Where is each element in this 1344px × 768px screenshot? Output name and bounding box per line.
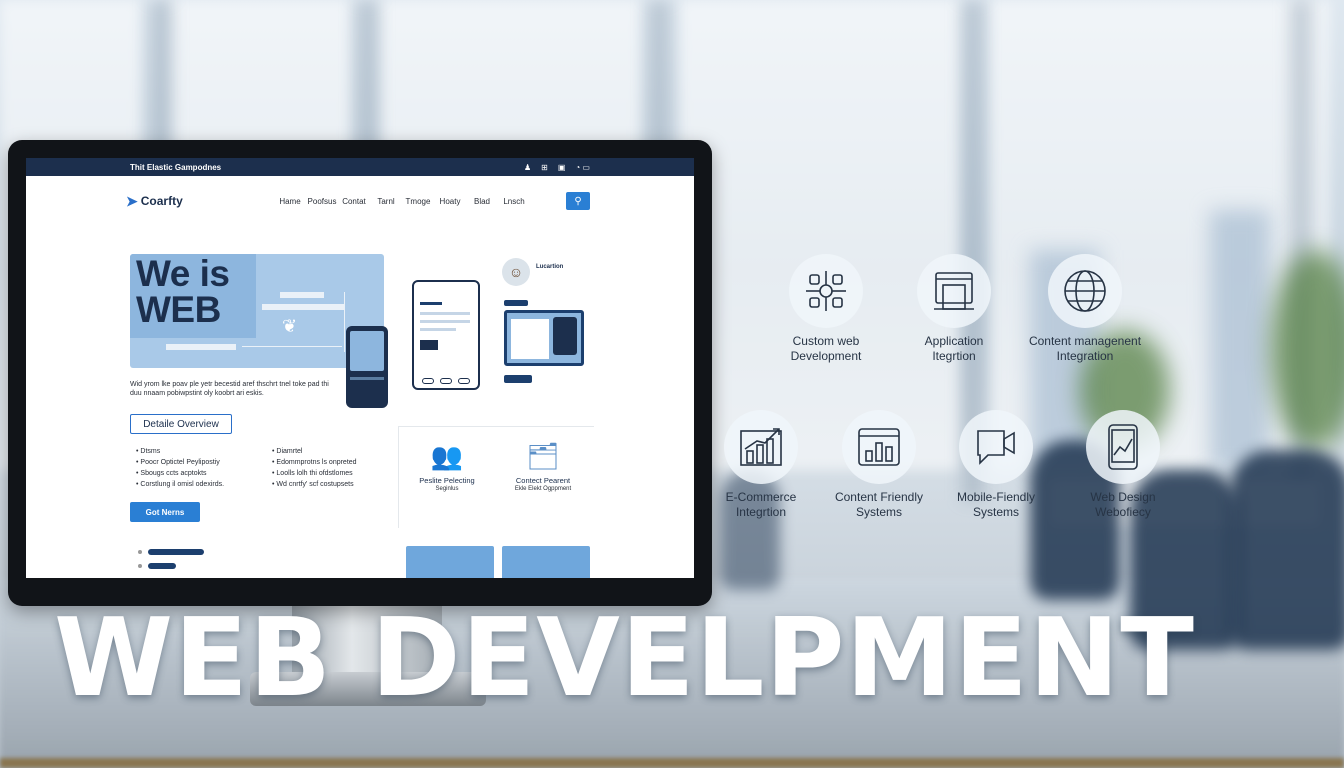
list-item: Edommprotns ls onpreted: [272, 457, 356, 468]
people-icon: 👥: [430, 441, 464, 471]
user-icon[interactable]: ♟: [524, 163, 531, 172]
service-label: Web Design: [1090, 490, 1156, 504]
chat-camera-icon: [959, 410, 1033, 484]
feature-subtitle: Ekle Elekt Ogppment: [514, 486, 572, 492]
site-logo[interactable]: ➤ Coarfty: [126, 193, 183, 210]
monitor: Thit Elastic Gampodnes ♟ ⊞ ▣ ◔ ▭ ➤ Coarf…: [8, 140, 712, 606]
nav-item[interactable]: Lnsch: [498, 197, 530, 206]
logo-text: Coarfty: [140, 194, 183, 208]
clock-icon[interactable]: ◔ ▭: [575, 163, 590, 172]
nav-menu: Hame Poofsus Contat Tarnl Tmoge Hoaty Bl…: [274, 197, 530, 206]
hero-title-line2: WEB: [136, 289, 221, 330]
avatar: ☺: [502, 258, 530, 286]
site-nav: ➤ Coarfty Hame Poofsus Contat Tarnl Tmog…: [26, 188, 694, 214]
service-web-design: Web Design Webofiecy: [1048, 410, 1198, 520]
site-topbar: Thit Elastic Gampodnes ♟ ⊞ ▣ ◔ ▭: [26, 158, 694, 176]
feature-title: Contect Pearent: [515, 476, 571, 485]
hero-description: Wid yrom lke poav ple yetr becestid aref…: [130, 381, 329, 397]
headline: WEB DEVELPMENT: [54, 596, 1195, 721]
search-button[interactable]: ⚲: [566, 192, 590, 210]
service-content-management: Content managenent Integration: [1010, 254, 1160, 364]
feature-list-right: Diamrtel Edommprotns ls onpreted Loolls …: [272, 446, 357, 490]
feature-list-left: Dtsms Poocr Optictel Peylipostiy Sbougs …: [136, 446, 224, 490]
topbar-title: Thit Elastic Gampodnes: [130, 162, 222, 172]
hero-title: We is WEB: [136, 253, 230, 330]
service-application: Application Itegrtion: [879, 254, 1029, 364]
service-label: Application: [924, 334, 984, 348]
feature-content: 🗂 Contect Pearent Ekle Elekt Ogppment: [498, 436, 588, 494]
profile-card: ☺ Lucartion: [502, 258, 563, 306]
list-item: Wd cnrtfy' scf costupsets: [272, 479, 357, 490]
overview-button[interactable]: Detaile Overview: [130, 414, 232, 434]
nav-item[interactable]: Hame: [274, 197, 306, 206]
placeholder-bar: [148, 563, 176, 569]
logo-mark-icon: ➤: [126, 192, 138, 209]
bottom-card: [502, 546, 590, 578]
nav-item[interactable]: Poofsus: [306, 197, 338, 206]
feature-title: Peslite Pelecting: [419, 476, 475, 485]
network-hub-icon: [789, 254, 863, 328]
list-item: Dtsms: [136, 446, 224, 457]
profile-name: Lucartion: [536, 264, 564, 270]
app-window-icon: [917, 254, 991, 328]
list-item: Diamrtel: [272, 446, 357, 457]
nav-item[interactable]: Blad: [466, 197, 498, 206]
placeholder-bar: [148, 549, 204, 555]
globe-icon: [1048, 254, 1122, 328]
list-item: Poocr Optictel Peylipostiy: [136, 457, 224, 468]
bottom-card: [406, 546, 494, 578]
feature-people: 👥 Peslite Pelecting Seginlus: [402, 436, 492, 494]
preview-card-button[interactable]: [504, 375, 532, 383]
leaf-icon: ❦: [282, 316, 298, 336]
service-label: Itegrtion: [932, 349, 976, 363]
growth-chart-icon: [724, 410, 798, 484]
hero-title-line1: We is: [136, 253, 230, 294]
lock-icon[interactable]: ▣: [558, 163, 566, 172]
nav-item[interactable]: Tmoge: [402, 197, 434, 206]
tablet-mockup: [412, 280, 480, 390]
topbar-icons: ♟ ⊞ ▣ ◔ ▭: [524, 163, 590, 172]
briefcase-icon: 🗂: [526, 441, 560, 471]
service-label: Content managenent: [1028, 334, 1142, 348]
cart-icon[interactable]: ⊞: [541, 163, 548, 172]
list-item: Sbougs ccts acptokts: [136, 468, 224, 479]
nav-item[interactable]: Hoaty: [434, 197, 466, 206]
feature-subtitle: Seginlus: [435, 486, 459, 492]
website-screen: Thit Elastic Gampodnes ♟ ⊞ ▣ ◔ ▭ ➤ Coarf…: [26, 158, 694, 578]
service-label: Integration: [1056, 349, 1114, 363]
preview-card: [504, 310, 584, 366]
browser-bars-icon: [842, 410, 916, 484]
search-icon: ⚲: [574, 195, 582, 207]
list-item: Loolls lolh thi ofdstlomes: [272, 468, 357, 479]
list-item: Corstlung il omisl odexirds.: [136, 479, 224, 490]
service-label: Webofiecy: [1095, 505, 1151, 519]
tablet-chart-icon: [1086, 410, 1160, 484]
nav-item[interactable]: Tarnl: [370, 197, 402, 206]
nav-item[interactable]: Contat: [338, 197, 370, 206]
phone-mockup: [346, 326, 388, 408]
cta-button[interactable]: Got Nerns: [130, 502, 200, 522]
